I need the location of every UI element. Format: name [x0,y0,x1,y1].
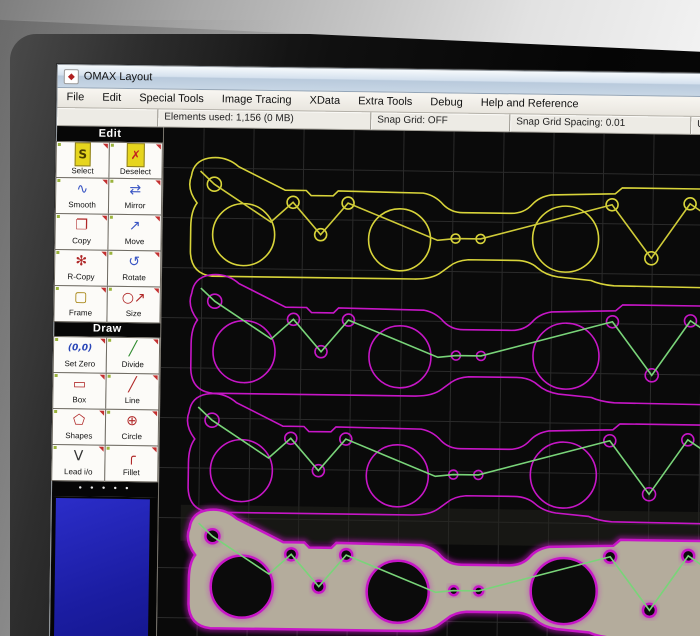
mirror-icon: ⇄ [129,182,142,199]
toolbar-button-deselect[interactable]: ✗ Deselect [108,141,163,180]
toolbar-button-select[interactable]: S Select [55,140,110,179]
toolbar-button-lead-io[interactable]: V Lead i/o [51,443,106,482]
toolbar-button-rcopy[interactable]: ✻ R-Copy [53,248,109,287]
canvas-area [155,127,700,636]
gasket-layers [184,156,700,636]
edit-section-header: Edit [56,126,164,143]
size-icon: ○↗ [121,289,146,307]
draw-section-header: Draw [54,320,161,338]
status-elements-used: Elements used: 1,156 (0 MB) [158,109,372,130]
toolbar-button-set-zero[interactable]: (0,0) Set Zero [52,335,108,374]
menu-debug[interactable]: Debug [421,93,472,113]
status-units: Units: inches [691,116,700,136]
set-zero-icon: (0,0) [67,343,93,354]
photo-stage: ◆ OMAX Layout File Edit Special Tools Im… [0,0,700,636]
toolbar-footer [48,495,158,636]
toolbar-button-copy[interactable]: ❐ Copy [54,212,109,251]
lead-io-icon: V [73,448,84,465]
gasket-magenta-outline-2 [186,392,700,526]
smooth-icon: ∿ [76,181,89,198]
menu-special-tools[interactable]: Special Tools [130,89,213,109]
toolbar-button-fillet[interactable]: ╭ Fillet [104,444,159,483]
toolbar-button-size[interactable]: ○↗ Size [106,285,161,324]
toolbar-button-rotate[interactable]: ↺ Rotate [106,249,162,288]
menu-xdata[interactable]: XData [300,91,349,111]
toolbar-button-mirror[interactable]: ⇄ Mirror [107,177,163,216]
deselect-icon: ✗ [126,142,145,168]
divide-icon: ╱ [128,341,138,358]
menu-image-tracing[interactable]: Image Tracing [213,90,301,110]
status-snap-grid-spacing: Snap Grid Spacing: 0.01 [510,114,692,134]
status-snap-grid: Snap Grid: OFF [371,112,511,132]
box-icon: ▭ [72,376,87,393]
toolbar-blue-panel [52,498,150,636]
drawing-canvas[interactable] [155,127,700,636]
toolbar-drag-dots: • • • • • [51,479,159,498]
toolbar-button-smooth[interactable]: ∿ Smooth [54,176,110,215]
rotary-copy-icon: ✻ [75,253,88,270]
menu-extra-tools[interactable]: Extra Tools [349,92,421,112]
circle-icon: ⊕ [126,413,138,430]
copy-icon: ❐ [75,217,89,234]
toolbar-button-circle[interactable]: ⊕ Circle [104,408,160,447]
toolbar-button-move[interactable]: ↗ Move [107,213,162,252]
window-title: OMAX Layout [83,70,153,84]
toolbar-button-shapes[interactable]: ⬠ Shapes [51,407,107,446]
shapes-icon: ⬠ [72,412,86,429]
toolbar-button-box[interactable]: ▭ Box [52,371,107,410]
select-icon: S [74,142,92,167]
move-icon: ↗ [128,218,141,235]
menu-help[interactable]: Help and Reference [472,94,588,115]
tool-palette: Edit S Select ✗ Deselect ∿ Smooth ⇄ Mirr… [48,126,165,636]
toolbar-button-frame[interactable]: ▢ Frame [53,284,108,323]
gasket-magenta-outline-1 [189,273,700,407]
rotate-icon: ↺ [128,254,141,271]
fillet-icon: ╭ [127,449,136,466]
toolbar-button-line[interactable]: ╱ Line [105,372,160,411]
menu-edit[interactable]: Edit [93,89,130,109]
app-window: ◆ OMAX Layout File Edit Special Tools Im… [47,64,700,636]
frame-icon: ▢ [74,289,88,306]
menu-file[interactable]: File [57,88,93,107]
toolbar-button-divide[interactable]: ╱ Divide [105,336,161,375]
status-empty [57,108,159,127]
line-icon: ╱ [128,377,137,394]
omax-logo-icon: ◆ [63,68,79,84]
